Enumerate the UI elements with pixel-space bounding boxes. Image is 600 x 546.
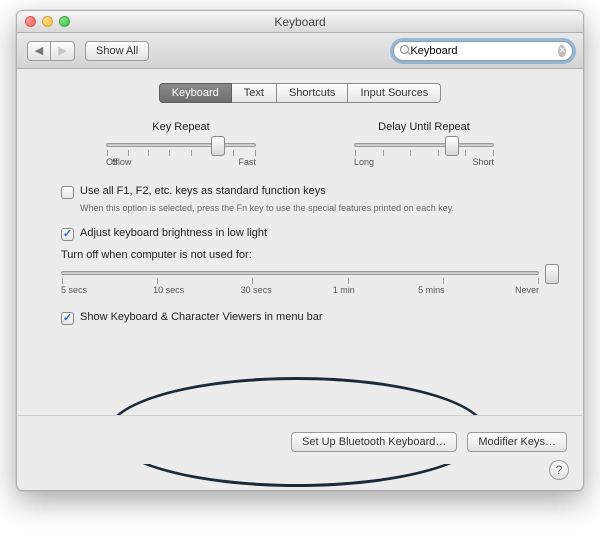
search-icon [400,45,404,56]
close-icon[interactable] [25,16,36,27]
delay-repeat-label: Delay Until Repeat [354,121,494,133]
fn-keys-row: Use all F1, F2, etc. keys as standard fu… [61,185,539,199]
titlebar: Keyboard [17,11,583,33]
brightness-row: Adjust keyboard brightness in low light [61,227,539,241]
content-area: Keyboard Text Shortcuts Input Sources Ke… [17,69,583,415]
delay-repeat-thumb[interactable] [445,136,459,156]
key-repeat-slider: Key Repeat Off Slow Fast [106,121,256,167]
search-field[interactable]: ✕ [393,41,573,61]
fn-keys-checkbox[interactable] [61,186,74,199]
back-button[interactable]: ◀ [27,41,51,61]
key-repeat-track[interactable] [106,143,256,147]
delay-repeat-track[interactable] [354,143,494,147]
preferences-window: Keyboard ◀ ▶ Show All ✕ Keyboard Text Sh… [16,10,584,491]
clear-search-icon[interactable]: ✕ [558,45,566,57]
brightness-label: Adjust keyboard brightness in low light [80,227,267,239]
key-repeat-thumb[interactable] [211,136,225,156]
turnoff-label: Turn off when computer is not used for: [61,249,539,261]
search-input[interactable] [408,44,554,58]
tab-keyboard[interactable]: Keyboard [159,83,232,103]
fn-keys-help: When this option is selected, press the … [80,203,539,215]
toolbar: ◀ ▶ Show All ✕ [17,33,583,69]
turnoff-section: Turn off when computer is not used for: … [61,249,539,295]
key-repeat-ticks: Off Slow Fast [106,157,256,167]
footer-area: Set Up Bluetooth Keyboard… Modifier Keys… [17,415,583,490]
tab-shortcuts[interactable]: Shortcuts [277,83,348,103]
zoom-icon[interactable] [59,16,70,27]
show-viewers-label: Show Keyboard & Character Viewers in men… [80,311,323,323]
slider-row: Key Repeat Off Slow Fast Delay Until Rep… [33,121,567,167]
bluetooth-keyboard-button[interactable]: Set Up Bluetooth Keyboard… [291,432,457,452]
tab-input-sources[interactable]: Input Sources [348,83,441,103]
show-all-button[interactable]: Show All [85,41,149,61]
key-repeat-label: Key Repeat [106,121,256,133]
turnoff-thumb[interactable] [545,264,559,284]
tab-text[interactable]: Text [232,83,277,103]
delay-repeat-slider: Delay Until Repeat Long Short [354,121,494,167]
window-controls [17,16,70,27]
modifier-keys-button[interactable]: Modifier Keys… [467,432,567,452]
show-viewers-row: Show Keyboard & Character Viewers in men… [61,311,539,325]
fn-keys-label: Use all F1, F2, etc. keys as standard fu… [80,185,326,197]
show-viewers-checkbox[interactable] [61,312,74,325]
turnoff-track[interactable] [61,271,539,275]
window-title: Keyboard [17,15,583,29]
minimize-icon[interactable] [42,16,53,27]
turnoff-ticks: 5 secs 10 secs 30 secs 1 min 5 mins Neve… [61,285,539,295]
forward-button[interactable]: ▶ [51,41,75,61]
options-section: Use all F1, F2, etc. keys as standard fu… [33,185,567,325]
help-button[interactable]: ? [549,460,569,480]
tab-bar: Keyboard Text Shortcuts Input Sources [33,83,567,103]
delay-repeat-ticks: Long Short [354,157,494,167]
footer-buttons: Set Up Bluetooth Keyboard… Modifier Keys… [17,415,583,464]
nav-buttons: ◀ ▶ [27,41,75,61]
brightness-checkbox[interactable] [61,228,74,241]
